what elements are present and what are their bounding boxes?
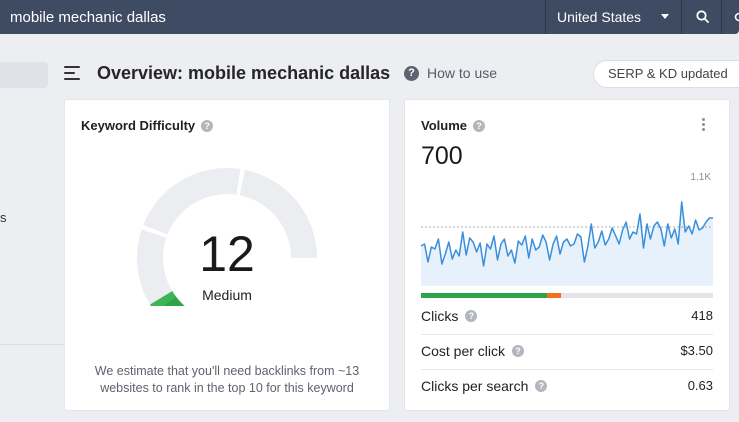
metric-value: 418 [691, 308, 713, 323]
page-title: Overview: mobile mechanic dallas [97, 63, 391, 83]
kd-title: Keyword Difficulty ? [81, 118, 214, 133]
menu-icon[interactable] [64, 66, 80, 80]
clicks-paid-segment [546, 293, 562, 298]
metric-row-clicks: Clicks? 418 [421, 308, 713, 328]
settings-button[interactable] [721, 0, 739, 34]
volume-title: Volume ? [421, 118, 485, 133]
kd-description: We estimate that you'll need backlinks f… [94, 364, 360, 395]
metric-label: Clicks [421, 308, 459, 324]
help-icon: ? [404, 65, 419, 81]
serp-kd-updated-badge[interactable]: SERP & KD updated [593, 60, 739, 88]
how-to-use-label: How to use [427, 65, 498, 81]
metric-label: Clicks per search [421, 378, 529, 394]
volume-help-icon[interactable]: ? [473, 119, 485, 132]
volume-title-label: Volume [421, 118, 467, 133]
search-input[interactable] [10, 8, 530, 28]
volume-card: Volume ? 700 1.1K Clicks? 418 Cost per c… [405, 100, 729, 410]
metric-value: 0.63 [687, 378, 713, 393]
cpc-help-icon[interactable]: ? [512, 345, 525, 357]
sidebar-item-active[interactable] [0, 62, 48, 88]
clicks-help-icon[interactable]: ? [465, 310, 478, 322]
metric-label: Cost per click [421, 343, 506, 359]
keyword-difficulty-card: Keyword Difficulty ? 12 Medium We estima… [65, 100, 389, 410]
how-to-use-link[interactable]: ? How to use [404, 65, 497, 81]
search-bar: United States [0, 0, 739, 34]
kd-title-label: Keyword Difficulty [81, 118, 196, 133]
clicks-organic-segment [421, 293, 547, 298]
volume-trend-chart: 1.1K [420, 172, 713, 286]
kd-help-icon[interactable]: ? [201, 119, 214, 132]
search-icon [696, 10, 709, 23]
kd-gauge-track-segment [143, 168, 241, 235]
metric-value: $3.50 [680, 343, 713, 358]
kd-score: 12 [199, 226, 255, 282]
more-options-icon[interactable] [699, 117, 709, 133]
cps-help-icon[interactable]: ? [535, 380, 548, 392]
metric-divider [421, 369, 713, 370]
country-select[interactable]: United States [545, 0, 681, 34]
metric-divider [421, 334, 713, 335]
volume-chart-max-label: 1.1K [690, 172, 711, 183]
top-bar: United States [0, 0, 739, 46]
search-button[interactable] [681, 0, 721, 34]
kd-level: Medium [202, 287, 252, 303]
gear-icon [734, 12, 739, 22]
volume-value: 700 [421, 142, 463, 170]
sidebar-divider [0, 344, 64, 345]
clicks-distribution-bar [421, 293, 713, 298]
metric-row-clicks-per-search: Clicks per search? 0.63 [421, 378, 713, 398]
country-label: United States [557, 9, 642, 25]
chevron-down-icon [661, 14, 669, 19]
metric-row-cost-per-click: Cost per click? $3.50 [421, 343, 713, 363]
sidebar-item-label[interactable]: s [0, 210, 7, 225]
